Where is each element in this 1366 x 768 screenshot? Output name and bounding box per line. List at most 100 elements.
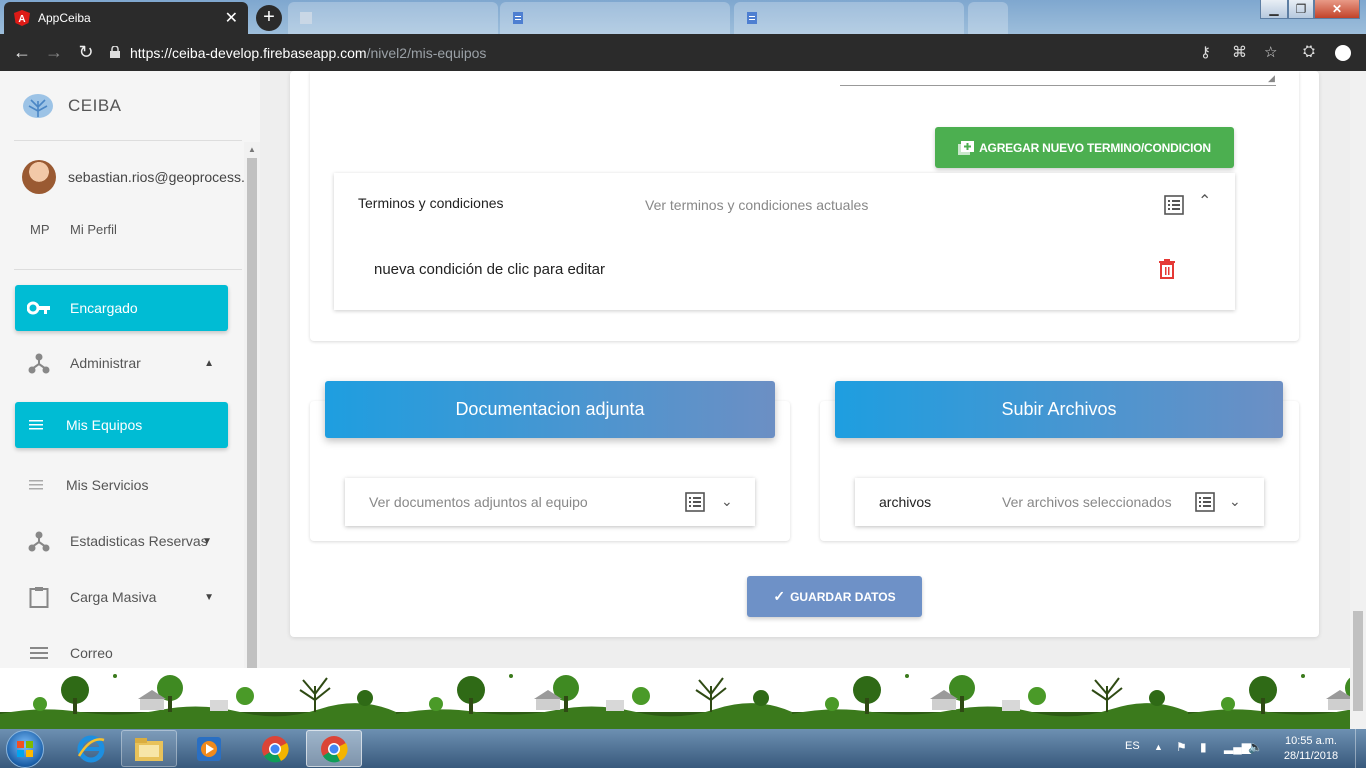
windows-logo-icon bbox=[17, 741, 33, 757]
list-alt-icon bbox=[685, 492, 705, 512]
extension-icon[interactable]: ⛭ bbox=[1303, 43, 1315, 60]
sidebar-scrollbar[interactable]: ▲ bbox=[244, 142, 260, 668]
media-player-icon[interactable] bbox=[181, 730, 237, 767]
divider bbox=[14, 140, 242, 141]
tab-appceiba[interactable]: A AppCeiba ✕ bbox=[4, 2, 248, 34]
sidebar-item-mis-equipos[interactable]: Mis Equipos bbox=[15, 402, 228, 448]
main-content: ◢ AGREGAR NUEVO TERMINO/CONDICION Termin… bbox=[260, 71, 1350, 668]
minimize-button[interactable]: ▁ bbox=[1260, 0, 1288, 19]
equipment-form-card: ◢ AGREGAR NUEVO TERMINO/CONDICION Termin… bbox=[290, 71, 1319, 637]
delete-icon[interactable] bbox=[1158, 259, 1176, 279]
chevron-up-icon[interactable]: ⌃ bbox=[1198, 191, 1211, 211]
save-button[interactable]: ✓ GUARDAR DATOS bbox=[747, 576, 922, 617]
profile-icon[interactable] bbox=[1335, 45, 1351, 61]
lock-icon bbox=[110, 44, 120, 61]
internet-explorer-icon[interactable] bbox=[63, 730, 119, 767]
description-textarea[interactable] bbox=[840, 85, 1276, 86]
list-icon bbox=[25, 473, 49, 497]
brand[interactable]: CEIBA bbox=[22, 93, 122, 119]
scroll-up-icon[interactable]: ▲ bbox=[248, 145, 256, 154]
tab-background-3[interactable] bbox=[734, 2, 964, 34]
caret-down-icon: ▼ bbox=[202, 535, 212, 547]
url-path: /nivel2/mis-equipos bbox=[366, 44, 487, 61]
google-docs-icon bbox=[744, 10, 760, 26]
sidebar-item-label: Administrar bbox=[70, 355, 141, 371]
sidebar-item-administrar[interactable]: Administrar ▲ bbox=[15, 340, 228, 386]
ceiba-tree-logo-icon bbox=[23, 94, 53, 118]
volume-icon[interactable]: 🔈 bbox=[1248, 740, 1263, 754]
sidebar-item-label: Mis Equipos bbox=[66, 417, 143, 433]
resize-handle-icon[interactable]: ◢ bbox=[1268, 73, 1275, 84]
profile-label: Mi Perfil bbox=[70, 222, 117, 237]
star-icon[interactable]: ☆ bbox=[1264, 43, 1277, 61]
chrome-icon[interactable] bbox=[306, 730, 362, 767]
show-hidden-icons-icon[interactable]: ▲ bbox=[1154, 742, 1163, 752]
key-icon[interactable]: ⚷ bbox=[1200, 43, 1211, 61]
language-indicator[interactable]: ES bbox=[1125, 740, 1140, 752]
forward-icon[interactable]: → bbox=[38, 42, 70, 63]
chevron-down-icon[interactable]: ⌄ bbox=[721, 493, 733, 510]
sidebar-item-label: Mis Servicios bbox=[66, 477, 149, 493]
chevron-down-icon[interactable]: ⌄ bbox=[1229, 493, 1241, 510]
caret-down-icon: ▼ bbox=[204, 591, 214, 603]
upload-header: Subir Archivos bbox=[835, 381, 1283, 438]
term-item[interactable]: nueva condición de clic para editar bbox=[374, 261, 605, 278]
library-add-icon bbox=[958, 140, 975, 155]
power-icon[interactable]: ▮ bbox=[1200, 740, 1207, 754]
tab-background-2[interactable] bbox=[500, 2, 730, 34]
my-profile-link[interactable]: MP Mi Perfil bbox=[30, 222, 117, 237]
google-docs-icon bbox=[510, 10, 526, 26]
angular-icon: A bbox=[14, 10, 30, 26]
tab-background-1[interactable] bbox=[288, 2, 498, 34]
upload-expansion-panel[interactable]: archivos Ver archivos seleccionados ⌄ bbox=[855, 478, 1264, 526]
key-icon bbox=[27, 296, 51, 320]
show-desktop-button[interactable] bbox=[1355, 729, 1366, 768]
sidebar-item-carga-masiva[interactable]: Carga Masiva ▼ bbox=[15, 574, 228, 620]
back-icon[interactable]: ← bbox=[6, 42, 38, 63]
upload-panel-description: Ver archivos seleccionados bbox=[1002, 494, 1172, 510]
sidebar-item-label: Encargado bbox=[70, 300, 138, 316]
tab-new-placeholder[interactable] bbox=[968, 2, 1008, 34]
sidebar-item-mis-servicios[interactable]: Mis Servicios bbox=[15, 462, 228, 508]
sidebar-item-correo[interactable]: Correo bbox=[15, 630, 228, 668]
system-clock[interactable]: 10:55 a.m. 28/11/2018 bbox=[1276, 734, 1346, 764]
terms-expansion-panel[interactable]: Terminos y condiciones Ver terminos y co… bbox=[334, 173, 1235, 310]
brand-name: CEIBA bbox=[68, 96, 122, 115]
browser-tab-bar: A AppCeiba ✕ + ▁ ❐ ✕ bbox=[0, 0, 1366, 34]
translate-icon[interactable]: ⌘ bbox=[1232, 43, 1247, 61]
windows-taskbar: ES ▲ ⚑ ▮ ▂▄▆ 🔈 10:55 a.m. 28/11/2018 bbox=[0, 729, 1366, 768]
url-host: https://ceiba-develop.firebaseapp.com bbox=[130, 44, 367, 61]
page-scrollbar[interactable] bbox=[1350, 71, 1366, 729]
network-icon[interactable]: ▂▄▆ bbox=[1224, 740, 1251, 754]
documentation-expansion-panel[interactable]: Ver documentos adjuntos al equipo ⌄ bbox=[345, 478, 755, 526]
check-icon: ✓ bbox=[773, 588, 786, 604]
add-term-button[interactable]: AGREGAR NUEVO TERMINO/CONDICION bbox=[935, 127, 1234, 168]
hub-icon bbox=[27, 529, 51, 553]
reload-icon[interactable]: ↻ bbox=[70, 42, 102, 63]
divider bbox=[14, 269, 242, 270]
sidebar: CEIBA sebastian.rios@geoprocess.c MP Mi … bbox=[0, 71, 260, 668]
sidebar-item-encargado[interactable]: Encargado bbox=[15, 285, 228, 331]
maximize-button[interactable]: ❐ bbox=[1288, 0, 1314, 19]
save-button-label: GUARDAR DATOS bbox=[790, 589, 896, 604]
close-window-button[interactable]: ✕ bbox=[1314, 0, 1360, 19]
clipboard-icon bbox=[27, 585, 51, 609]
address-bar: ← → ↻ https://ceiba-develop.firebaseapp.… bbox=[0, 34, 1366, 71]
list-icon bbox=[27, 641, 51, 665]
url-field[interactable]: https://ceiba-develop.firebaseapp.com/ni… bbox=[110, 39, 1190, 66]
clock-time: 10:55 a.m. bbox=[1285, 735, 1337, 747]
terms-panel-description: Ver terminos y condiciones actuales bbox=[645, 197, 869, 213]
action-center-flag-icon[interactable]: ⚑ bbox=[1176, 740, 1187, 754]
close-tab-icon[interactable]: ✕ bbox=[225, 8, 238, 28]
scrollbar-thumb[interactable] bbox=[1353, 611, 1363, 711]
list-alt-icon bbox=[1195, 492, 1215, 512]
user-info[interactable]: sebastian.rios@geoprocess.c bbox=[22, 160, 252, 194]
scrollbar-thumb[interactable] bbox=[247, 158, 257, 668]
chrome-icon[interactable] bbox=[247, 730, 303, 767]
new-tab-button[interactable]: + bbox=[256, 5, 282, 31]
sidebar-item-label: Correo bbox=[70, 645, 113, 661]
sidebar-item-estadisticas-reservas[interactable]: Estadisticas Reservas ▼ bbox=[15, 518, 228, 564]
file-explorer-icon[interactable] bbox=[121, 730, 177, 767]
hub-icon bbox=[27, 351, 51, 375]
start-button[interactable] bbox=[6, 730, 44, 768]
